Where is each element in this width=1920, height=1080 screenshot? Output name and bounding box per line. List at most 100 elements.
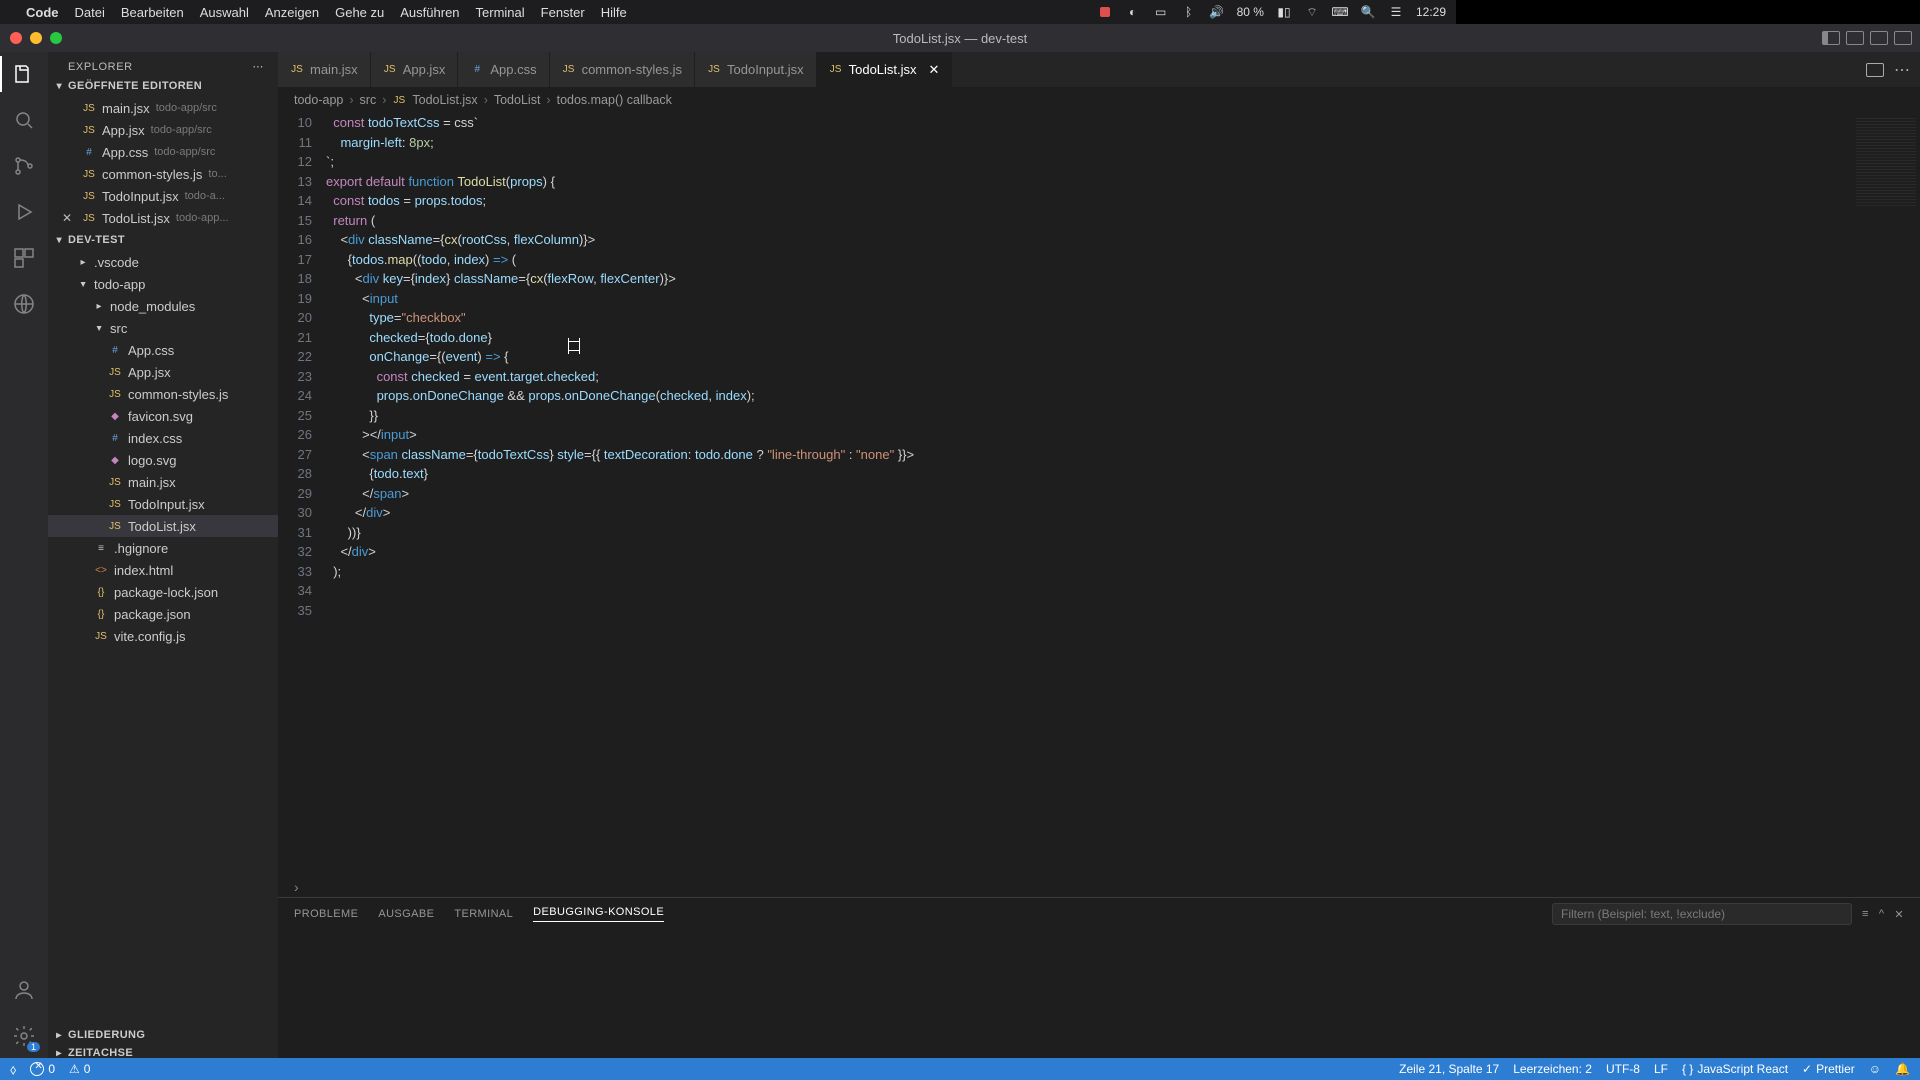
file-item[interactable]: {}package-lock.json: [48, 581, 278, 603]
menu-datei[interactable]: Datei: [75, 5, 105, 20]
panel-tab-ausgabe[interactable]: AUSGABE: [378, 908, 434, 920]
open-editor-item[interactable]: JSApp.jsx todo-app/src: [48, 119, 278, 141]
menu-bearbeiten[interactable]: Bearbeiten: [121, 5, 184, 20]
display-icon[interactable]: ▭: [1153, 4, 1169, 20]
code-editor[interactable]: 1011121314151617181920212223242526272829…: [278, 113, 1920, 879]
menu-anzeigen[interactable]: Anzeigen: [265, 5, 319, 20]
section-outline[interactable]: ▸ GLIEDERUNG: [48, 1026, 278, 1044]
file-item[interactable]: JSApp.jsx: [48, 361, 278, 383]
activity-extensions[interactable]: [10, 244, 38, 272]
keyboard-layout-icon[interactable]: ⌨︎: [1332, 4, 1348, 20]
status-bell-icon[interactable]: 🔔: [1895, 1062, 1910, 1076]
panel-tab-probleme[interactable]: PROBLEME: [294, 908, 358, 920]
open-editor-item[interactable]: JScommon-styles.js to...: [48, 163, 278, 185]
file-item[interactable]: JSTodoInput.jsx: [48, 493, 278, 515]
editor-tab[interactable]: JSApp.jsx: [371, 52, 459, 87]
menu-hilfe[interactable]: Hilfe: [601, 5, 627, 20]
debug-filter-input[interactable]: [1552, 903, 1852, 925]
activity-accounts[interactable]: [10, 976, 38, 1004]
breadcrumb-item[interactable]: TodoList.jsx: [412, 93, 477, 107]
window-zoom-button[interactable]: [50, 32, 62, 44]
breadcrumb-item[interactable]: todos.map() callback: [557, 93, 672, 107]
layout-sidebar-left-icon[interactable]: [1822, 31, 1840, 45]
activity-settings[interactable]: 1: [10, 1022, 38, 1050]
file-item[interactable]: ≡.hgignore: [48, 537, 278, 559]
battery-icon[interactable]: ▮▯: [1276, 4, 1292, 20]
activity-source-control[interactable]: [10, 152, 38, 180]
status-feedback-icon[interactable]: ☺: [1869, 1062, 1881, 1076]
editor-tab[interactable]: JSTodoList.jsx✕: [817, 52, 953, 87]
section-project[interactable]: ▸ DEV-TEST: [48, 231, 278, 249]
clock[interactable]: 12:29: [1416, 5, 1446, 19]
open-editor-item[interactable]: ✕JSTodoList.jsx todo-app...: [48, 207, 278, 229]
editor-tab[interactable]: JSmain.jsx: [278, 52, 371, 87]
app-menu[interactable]: Code: [26, 5, 59, 20]
editor-more-icon[interactable]: ⋯: [1894, 60, 1910, 80]
window-close-button[interactable]: [10, 32, 22, 44]
file-item[interactable]: {}package.json: [48, 603, 278, 625]
panel-tab-terminal[interactable]: TERMINAL: [454, 908, 513, 920]
activity-explorer[interactable]: [10, 60, 38, 88]
split-editor-icon[interactable]: [1866, 63, 1884, 77]
status-cursor-position[interactable]: Zeile 21, Spalte 17: [1399, 1062, 1499, 1076]
file-item[interactable]: <>index.html: [48, 559, 278, 581]
activity-run-debug[interactable]: [10, 198, 38, 226]
file-item[interactable]: JSvite.config.js: [48, 625, 278, 647]
status-errors[interactable]: ✕0: [30, 1062, 55, 1076]
section-open-editors[interactable]: ▸ GEÖFFNETE EDITOREN: [48, 77, 278, 95]
editor-tab[interactable]: JSTodoInput.jsx: [695, 52, 817, 87]
breadcrumb-item[interactable]: TodoList: [494, 93, 541, 107]
file-item[interactable]: ◆favicon.svg: [48, 405, 278, 427]
panel-maximize-icon[interactable]: ^: [1879, 908, 1885, 920]
status-prettier[interactable]: ✓Prettier: [1802, 1062, 1855, 1076]
control-center-icon[interactable]: ☰: [1388, 4, 1404, 20]
panel-close-icon[interactable]: ✕: [1894, 908, 1904, 921]
minimap[interactable]: [1850, 113, 1920, 879]
editor-tab[interactable]: #App.css: [458, 52, 549, 87]
wifi-icon[interactable]: ⌔: [1304, 4, 1320, 20]
editor-tab[interactable]: JScommon-styles.js: [550, 52, 695, 87]
layout-sidebar-right-icon[interactable]: [1870, 31, 1888, 45]
status-indentation[interactable]: Leerzeichen: 2: [1513, 1062, 1592, 1076]
folder-item[interactable]: ▸.vscode: [48, 251, 278, 273]
bluetooth-icon[interactable]: ᛒ: [1181, 4, 1197, 20]
recording-indicator-icon[interactable]: [1097, 4, 1113, 20]
breadcrumb-overflow-chevron[interactable]: ›: [278, 879, 578, 897]
status-remote[interactable]: ⬨: [10, 1061, 16, 1078]
status-encoding[interactable]: UTF-8: [1606, 1062, 1640, 1076]
close-icon[interactable]: ✕: [62, 211, 76, 225]
file-item[interactable]: ◆logo.svg: [48, 449, 278, 471]
window-minimize-button[interactable]: [30, 32, 42, 44]
activity-search[interactable]: [10, 106, 38, 134]
status-warnings[interactable]: ⚠0: [69, 1062, 90, 1076]
file-item[interactable]: JScommon-styles.js: [48, 383, 278, 405]
spotlight-icon[interactable]: 🔍: [1360, 4, 1376, 20]
sidebar-more-icon[interactable]: ⋯: [252, 60, 264, 73]
layout-customize-icon[interactable]: [1894, 31, 1912, 45]
open-editor-item[interactable]: JSTodoInput.jsx todo-a...: [48, 185, 278, 207]
file-item[interactable]: JSTodoList.jsx: [48, 515, 278, 537]
breadcrumb[interactable]: todo-app› src› JS TodoList.jsx› TodoList…: [278, 87, 1920, 113]
volume-icon[interactable]: 🔊: [1209, 4, 1225, 20]
folder-item[interactable]: ▸todo-app: [48, 273, 278, 295]
activity-remote[interactable]: [10, 290, 38, 318]
menu-auswahl[interactable]: Auswahl: [200, 5, 249, 20]
breadcrumb-item[interactable]: todo-app: [294, 93, 343, 107]
system-tray-icon[interactable]: ◐: [1125, 4, 1141, 20]
panel-tab-debug-konsole[interactable]: DEBUGGING-KONSOLE: [533, 906, 664, 922]
menu-ausfuehren[interactable]: Ausführen: [400, 5, 459, 20]
menu-terminal[interactable]: Terminal: [476, 5, 525, 20]
layout-panel-icon[interactable]: [1846, 31, 1864, 45]
open-editor-item[interactable]: #App.css todo-app/src: [48, 141, 278, 163]
menu-fenster[interactable]: Fenster: [541, 5, 585, 20]
panel-settings-icon[interactable]: ≡: [1862, 908, 1869, 920]
status-eol[interactable]: LF: [1654, 1062, 1668, 1076]
open-editor-item[interactable]: JSmain.jsx todo-app/src: [48, 97, 278, 119]
file-item[interactable]: #index.css: [48, 427, 278, 449]
folder-item[interactable]: ▸src: [48, 317, 278, 339]
menu-gehe-zu[interactable]: Gehe zu: [335, 5, 384, 20]
breadcrumb-item[interactable]: src: [360, 93, 377, 107]
close-icon[interactable]: ✕: [929, 62, 940, 78]
status-language[interactable]: { }JavaScript React: [1682, 1062, 1788, 1076]
folder-item[interactable]: ▸node_modules: [48, 295, 278, 317]
